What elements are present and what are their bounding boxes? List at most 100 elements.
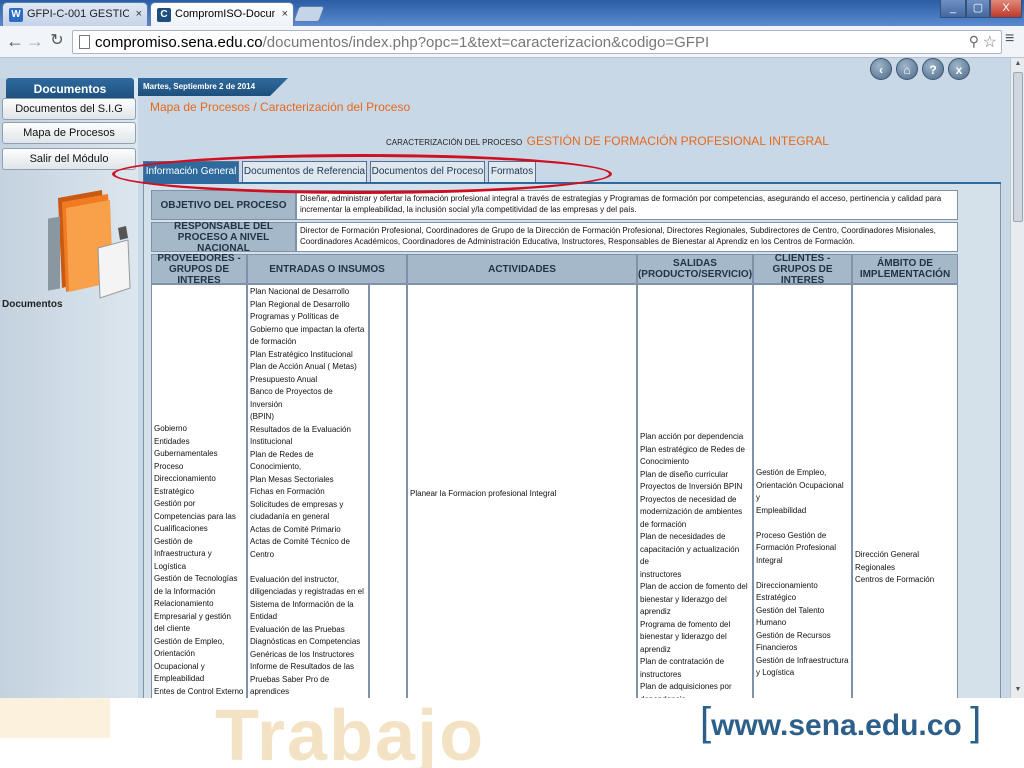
cell-line: Proyectos de Inversión BPIN <box>640 482 743 491</box>
close-circle-icon[interactable]: x <box>948 58 970 80</box>
cell-line: Diagnósticas en Competencias <box>250 637 361 646</box>
close-window-button[interactable]: X <box>990 0 1022 18</box>
cell-line: Genéricas de los Instructores <box>250 649 355 659</box>
cell-line: Entidad <box>250 612 278 621</box>
cell-line: Pruebas Saber Pro de <box>250 674 330 684</box>
cell-ambito: Dirección General Regionales Centros de Fo… <box>852 284 958 698</box>
annotation-ellipse <box>112 154 612 194</box>
cell-line: y Logística <box>756 668 795 677</box>
url-input[interactable]: compromiso.sena.edu.co/documentos/index.… <box>72 30 1002 54</box>
cell-line: Presupuesto Anual <box>250 374 318 384</box>
zoom-icon[interactable]: ⚲ <box>969 33 979 50</box>
cell-line: Gestión de <box>154 536 193 546</box>
maximize-button[interactable]: ▢ <box>966 0 990 18</box>
cell-line: Plan de diseño curricular <box>640 469 729 479</box>
word-icon: W <box>9 8 23 22</box>
cell-line: Entidades <box>154 436 190 446</box>
wrench-menu-icon[interactable]: ≡ <box>1005 30 1014 48</box>
cell-line: Evaluación del instructor, <box>250 574 339 584</box>
cell-line: Plan Regional de Desarrollo <box>250 299 350 309</box>
slide-footer: Trabajo [www.sena.edu.co ] <box>0 698 1024 768</box>
title-prefix: CARACTERIZACIÓN DEL PROCESO <box>386 138 523 147</box>
cell-line: de formación <box>640 519 687 529</box>
bookmark-star-icon[interactable]: ☆ <box>983 32 997 52</box>
browser-tab-1[interactable]: W GFPI-C-001 GESTION DE F × <box>2 2 148 26</box>
tab-title: GFPI-C-001 GESTION DE F <box>27 8 129 20</box>
cell-line: Empleabilidad <box>756 505 807 515</box>
cell-line: Gestión de Empleo, <box>154 636 225 646</box>
folder-binder-icon <box>48 190 131 299</box>
cell-line: Gestión de Tecnologías <box>154 574 238 583</box>
cell-line: Orientación <box>154 649 195 658</box>
cell-line: Sistema de Información de la <box>250 599 354 609</box>
scroll-down-icon[interactable]: ▼ <box>1013 686 1023 696</box>
cell-line: Entes de Control Externo <box>154 686 244 696</box>
minimize-button[interactable]: _ <box>940 0 966 18</box>
scroll-up-icon[interactable]: ▲ <box>1013 60 1023 70</box>
cell-line: Plan de contratación de <box>640 657 725 666</box>
help-circle-icon[interactable]: ? <box>922 58 944 80</box>
cell-line: Institucional <box>250 437 293 446</box>
cell-line: Actas de Comité Técnico de <box>250 537 350 546</box>
cell-line: Conocimiento, <box>250 462 302 471</box>
cell-line: Banco de Proyectos de Inversión <box>250 387 333 409</box>
process-name: GESTIÓN DE FORMACIÓN PROFESIONAL INTEGRA… <box>526 134 829 148</box>
cell-line: Informe de Resultados de las <box>250 662 355 671</box>
sidebar-item-salir[interactable]: Salir del Módulo <box>2 148 136 170</box>
cell-line: del cliente <box>154 624 191 633</box>
cell-line: Plan estratégico de Redes de <box>640 444 745 454</box>
cell-line: Plan de adquisiciones por <box>640 682 732 691</box>
header-entradas: ENTRADAS O INSUMOS <box>247 254 407 284</box>
cell-line: Ocupacional y <box>154 661 205 671</box>
scroll-thumb[interactable] <box>1013 72 1023 222</box>
home-circle-icon[interactable]: ⌂ <box>896 58 918 80</box>
header-actividades: ACTIVIDADES <box>407 254 637 284</box>
cell-line: Conocimiento <box>640 457 689 466</box>
header-ambito: ÁMBITO DE IMPLEMENTACIÓN <box>852 254 958 284</box>
cell-line: Regionales <box>855 562 896 572</box>
cell-line: Proceso <box>154 461 184 471</box>
sidebar-item-documentos-sig[interactable]: Documentos del S.I.G <box>2 98 136 120</box>
tab-close-icon[interactable]: × <box>136 3 142 25</box>
cell-line: Plan Nacional de Desarrollo <box>250 287 350 296</box>
cell-line: Programa de fomento del <box>640 619 731 629</box>
back-icon[interactable]: ← <box>4 30 26 54</box>
forward-icon[interactable]: → <box>24 30 46 54</box>
header-clientes: CLIENTES - GRUPOS DE INTERES <box>753 253 852 286</box>
sidebar-item-mapa-procesos[interactable]: Mapa de Procesos <box>2 122 136 144</box>
cell-line: Gubernamentales <box>154 449 218 458</box>
cell-line: aprendiz <box>640 607 671 616</box>
cell-line: Plan Estratégico Institucional <box>250 349 353 359</box>
cell-line: Plan de Acción Anual ( Metas) <box>250 362 357 371</box>
browser-tab-bar: W GFPI-C-001 GESTION DE F × C CompromISO… <box>0 0 1024 26</box>
cell-line: Centros de Formación <box>855 575 935 584</box>
web-page: Documentos Documentos del S.I.G Mapa de … <box>0 58 1024 698</box>
page-scrollbar[interactable]: ▲ ▼ <box>1010 58 1024 698</box>
cell-proveedores: Gobierno Entidades Gubernamentales Proceso D… <box>151 284 247 698</box>
cell-line: Direccionamiento <box>154 474 216 483</box>
cell-line: aprendices <box>250 687 290 696</box>
cell-line: instructores <box>640 669 682 679</box>
cell-line: Cualificaciones <box>154 524 208 533</box>
cell-line: Gestión de Recursos <box>756 630 831 640</box>
cell-line: Solicitudes de empresas y <box>250 499 344 509</box>
new-tab-button[interactable] <box>293 6 325 22</box>
cell-line: Proyectos de necesidad de <box>640 494 737 504</box>
browser-tab-2[interactable]: C CompromISO-Document × <box>150 2 294 26</box>
cell-line: modernización de ambientes <box>640 507 743 516</box>
cell-line: Gestión de Empleo, <box>756 468 827 477</box>
cell-line: Gobierno <box>154 424 187 433</box>
cell-line: Competencias para las <box>154 511 236 521</box>
cell-line: Gestión por <box>154 499 196 508</box>
cell-line: Estratégico <box>756 593 797 602</box>
cell-line: ciudadanía en general <box>250 512 330 521</box>
objetivo-label: OBJETIVO DEL PROCESO <box>151 190 296 220</box>
responsable-label: RESPONSABLE DEL PROCESO A NIVEL NACIONAL <box>151 221 296 254</box>
reload-icon[interactable]: ↻ <box>46 30 68 54</box>
sidebar-title: Documentos <box>6 78 134 100</box>
objetivo-text: Diseñar, administrar y ofertar la formac… <box>296 190 958 220</box>
cell-line: Proceso Gestión de <box>756 530 827 540</box>
tab-close-icon[interactable]: × <box>282 3 288 25</box>
back-circle-icon[interactable]: ‹ <box>870 58 892 80</box>
watermark-text: Trabajo <box>215 698 486 768</box>
